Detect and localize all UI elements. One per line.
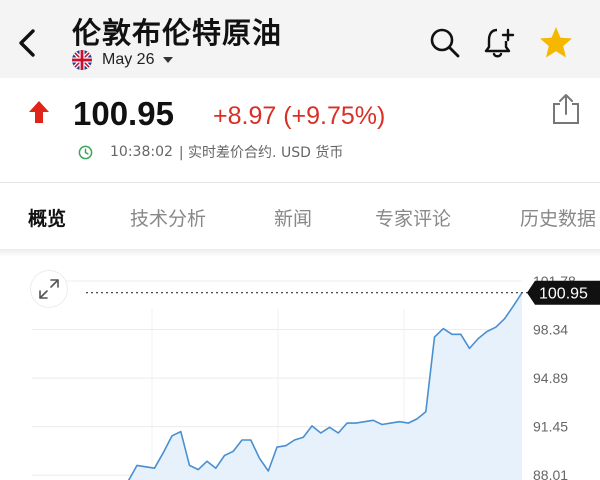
y-tick-label: 98.34 xyxy=(533,321,568,337)
favorite-button[interactable] xyxy=(537,24,575,62)
y-tick-label: 94.89 xyxy=(533,370,568,386)
quote-meta: 10:38:02 | 实时差价合约. USD 货币 xyxy=(78,142,343,162)
y-tick-label: 91.45 xyxy=(533,419,568,435)
expand-icon xyxy=(39,279,59,299)
quote-panel: 100.95 +8.97 (+9.75%) 10:38:02 | 实时差价合约.… xyxy=(0,78,600,182)
back-arrow-icon xyxy=(19,29,35,57)
tab-bar: 概览 技术分析 新闻 专家评论 历史数据 xyxy=(0,183,600,249)
last-price: 100.95 xyxy=(73,95,174,132)
tab-technical[interactable]: 技术分析 xyxy=(130,204,206,231)
bell-plus-icon xyxy=(484,28,515,58)
tab-historical-data[interactable]: 历史数据 xyxy=(520,204,596,231)
app-header: 伦敦布伦特原油 May 26 xyxy=(0,0,600,78)
price-chart: 101.7898.3494.8991.4588.01100.95 xyxy=(32,273,600,480)
y-tick-label: 88.01 xyxy=(533,467,568,480)
dropdown-caret-icon xyxy=(163,57,174,63)
uk-flag-icon xyxy=(72,50,92,70)
search-icon xyxy=(430,28,460,58)
date-selector[interactable]: May 26 xyxy=(72,49,174,71)
add-alert-button[interactable] xyxy=(480,24,518,62)
date-label: May 26 xyxy=(102,51,155,68)
share-icon xyxy=(553,94,579,124)
quote-description: | 实时差价合约. USD 货币 xyxy=(178,145,344,161)
back-button[interactable] xyxy=(12,26,42,60)
price-area-fill xyxy=(32,292,522,480)
tab-news[interactable]: 新闻 xyxy=(274,204,312,231)
search-button[interactable] xyxy=(426,24,464,62)
quote-time: 10:38:02 xyxy=(110,144,173,160)
share-button[interactable] xyxy=(551,93,581,125)
tab-overview[interactable]: 概览 xyxy=(28,204,66,231)
price-change: +8.97 (+9.75%) xyxy=(213,102,386,130)
tab-expert-comments[interactable]: 专家评论 xyxy=(375,204,451,231)
instrument-title: 伦敦布伦特原油 xyxy=(72,16,283,50)
clock-icon xyxy=(78,145,93,159)
expand-chart-button[interactable] xyxy=(30,270,68,308)
star-icon xyxy=(540,27,572,58)
current-price-label: 100.95 xyxy=(539,286,588,303)
price-up-icon xyxy=(29,101,49,123)
